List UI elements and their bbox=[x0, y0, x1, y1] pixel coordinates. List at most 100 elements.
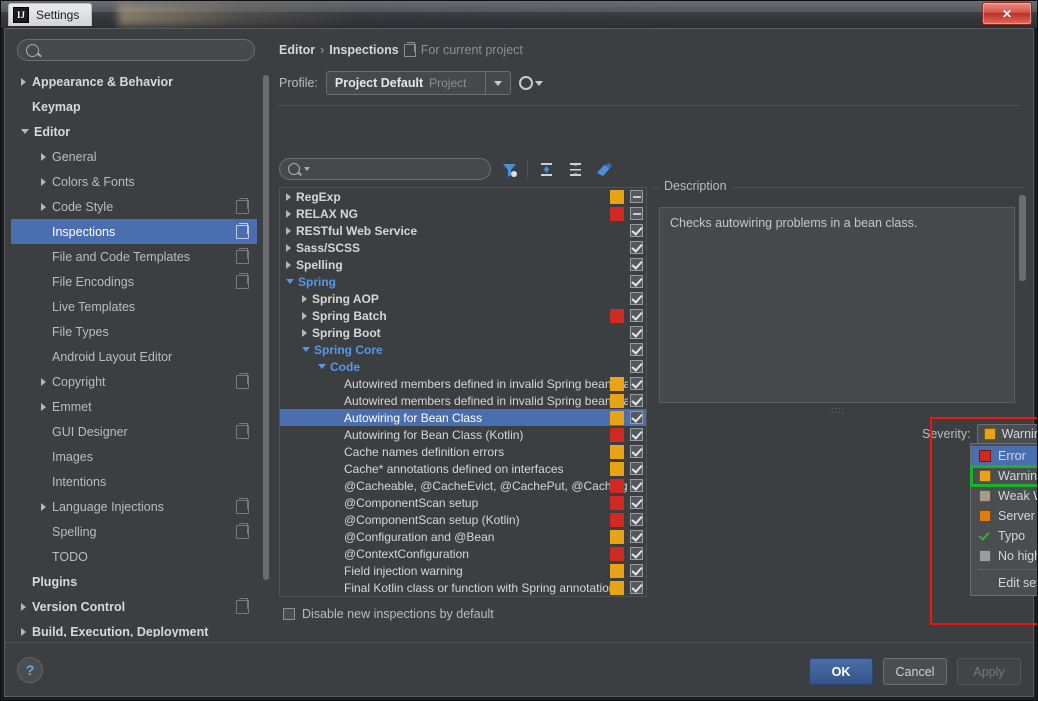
chevron-down-icon[interactable] bbox=[318, 364, 326, 369]
chevron-down-icon[interactable] bbox=[302, 347, 310, 352]
profile-combobox[interactable]: Project Default Project bbox=[325, 71, 511, 95]
inspection-checkbox[interactable] bbox=[630, 513, 643, 526]
disable-new-inspections-row[interactable]: Disable new inspections by default bbox=[283, 607, 494, 621]
chevron-right-icon[interactable] bbox=[286, 243, 291, 252]
inspection-row[interactable]: @Configuration and @Bean bbox=[280, 528, 646, 545]
inspection-severity-swatch[interactable] bbox=[610, 479, 624, 493]
copy-icon[interactable] bbox=[236, 522, 249, 539]
inspection-row[interactable]: Java Config bbox=[280, 596, 646, 597]
copy-icon[interactable] bbox=[236, 497, 249, 514]
sidebar-item-language-injections[interactable]: Language Injections bbox=[11, 494, 257, 519]
chevron-right-icon[interactable] bbox=[21, 627, 26, 636]
copy-icon[interactable] bbox=[236, 422, 249, 439]
reset-icon[interactable] bbox=[593, 158, 615, 180]
chevron-right-icon[interactable] bbox=[41, 152, 46, 161]
sidebar-item-gui-designer[interactable]: GUI Designer bbox=[11, 419, 257, 444]
profile-dropdown-button[interactable] bbox=[484, 72, 510, 94]
sidebar-item-build-execution-deployment[interactable]: Build, Execution, Deployment bbox=[11, 619, 257, 637]
inspection-row[interactable]: RESTful Web Service bbox=[280, 222, 646, 239]
resize-handle[interactable]: :::: bbox=[831, 405, 845, 415]
chevron-right-icon[interactable] bbox=[41, 502, 46, 511]
chevron-right-icon[interactable] bbox=[21, 602, 26, 611]
chevron-down-icon[interactable] bbox=[286, 279, 294, 284]
inspection-severity-swatch[interactable] bbox=[610, 394, 624, 408]
inspection-checkbox[interactable] bbox=[630, 309, 643, 322]
inspection-row[interactable]: @ContextConfiguration bbox=[280, 545, 646, 562]
inspection-row[interactable]: Cache names definition errors bbox=[280, 443, 646, 460]
inspection-checkbox[interactable] bbox=[630, 530, 643, 543]
inspection-row[interactable]: Spring Boot bbox=[280, 324, 646, 341]
chevron-right-icon[interactable] bbox=[286, 260, 291, 269]
help-button[interactable]: ? bbox=[17, 657, 43, 683]
chevron-right-icon[interactable] bbox=[41, 377, 46, 386]
sidebar-scrollbar[interactable] bbox=[263, 75, 269, 580]
chevron-right-icon[interactable] bbox=[302, 328, 307, 337]
inspection-severity-swatch[interactable] bbox=[610, 377, 624, 391]
inspection-checkbox[interactable] bbox=[630, 241, 643, 254]
inspection-severity-swatch[interactable] bbox=[610, 496, 624, 510]
description-scrollbar[interactable] bbox=[1019, 195, 1026, 281]
chevron-right-icon[interactable] bbox=[21, 77, 26, 86]
inspection-severity-swatch[interactable] bbox=[610, 445, 624, 459]
copy-icon[interactable] bbox=[236, 372, 249, 389]
inspection-checkbox[interactable] bbox=[630, 326, 643, 339]
inspection-row[interactable]: Autowired members defined in invalid Spr… bbox=[280, 392, 646, 409]
sidebar-tree[interactable]: Appearance & Behavior Keymap Editor General… bbox=[11, 69, 257, 637]
inspection-row[interactable]: Spring Batch bbox=[280, 307, 646, 324]
inspection-row[interactable]: Final Kotlin class or function with Spri… bbox=[280, 579, 646, 596]
inspection-row[interactable]: Spring Core bbox=[280, 341, 646, 358]
inspection-row[interactable]: Spring AOP bbox=[280, 290, 646, 307]
sidebar-item-file-types[interactable]: File Types bbox=[11, 319, 257, 344]
inspection-row[interactable]: Sass/SCSS bbox=[280, 239, 646, 256]
sidebar-item-version-control[interactable]: Version Control bbox=[11, 594, 257, 619]
expand-all-icon[interactable] bbox=[535, 158, 557, 180]
inspection-checkbox[interactable] bbox=[630, 343, 643, 356]
sidebar-item-plugins[interactable]: Plugins bbox=[11, 569, 257, 594]
sidebar-item-spelling[interactable]: Spelling bbox=[11, 519, 257, 544]
chevron-right-icon[interactable] bbox=[286, 226, 291, 235]
inspection-row[interactable]: Code bbox=[280, 358, 646, 375]
inspections-tree[interactable]: RegExp RELAX NG RESTful Web Service Sass/SC… bbox=[279, 187, 647, 597]
inspection-row[interactable]: @ComponentScan setup bbox=[280, 494, 646, 511]
apply-button[interactable]: Apply bbox=[957, 658, 1021, 685]
close-icon[interactable]: ✕ bbox=[982, 2, 1032, 25]
inspection-checkbox[interactable] bbox=[630, 428, 643, 441]
inspection-checkbox[interactable] bbox=[630, 564, 643, 577]
disable-new-inspections-checkbox[interactable] bbox=[283, 608, 295, 620]
inspection-severity-swatch[interactable] bbox=[610, 513, 624, 527]
inspection-row[interactable]: Autowired members defined in invalid Spr… bbox=[280, 375, 646, 392]
inspection-severity-swatch[interactable] bbox=[610, 207, 624, 221]
sidebar-item-general[interactable]: General bbox=[11, 144, 257, 169]
inspection-row[interactable]: Autowiring for Bean Class bbox=[280, 409, 646, 426]
sidebar-item-android-layout-editor[interactable]: Android Layout Editor bbox=[11, 344, 257, 369]
inspection-severity-swatch[interactable] bbox=[610, 428, 624, 442]
inspections-search-input[interactable] bbox=[279, 158, 491, 180]
inspection-severity-swatch[interactable] bbox=[610, 564, 624, 578]
profile-settings-button[interactable] bbox=[518, 76, 543, 90]
sidebar-item-emmet[interactable]: Emmet bbox=[11, 394, 257, 419]
inspection-severity-swatch[interactable] bbox=[610, 547, 624, 561]
inspection-severity-swatch[interactable] bbox=[610, 530, 624, 544]
inspection-checkbox[interactable] bbox=[630, 360, 643, 373]
sidebar-item-colors-fonts[interactable]: Colors & Fonts bbox=[11, 169, 257, 194]
inspection-row[interactable]: @Cacheable, @CacheEvict, @CachePut, @Cac… bbox=[280, 477, 646, 494]
ok-button[interactable]: OK bbox=[809, 658, 873, 685]
sidebar-item-copyright[interactable]: Copyright bbox=[11, 369, 257, 394]
inspection-row[interactable]: Autowiring for Bean Class (Kotlin) bbox=[280, 426, 646, 443]
inspection-severity-swatch[interactable] bbox=[610, 581, 624, 595]
sidebar-item-images[interactable]: Images bbox=[11, 444, 257, 469]
inspection-checkbox[interactable] bbox=[630, 275, 643, 288]
inspection-row[interactable]: Spring bbox=[280, 273, 646, 290]
inspection-checkbox[interactable] bbox=[630, 462, 643, 475]
inspection-checkbox[interactable] bbox=[630, 292, 643, 305]
chevron-right-icon[interactable] bbox=[302, 294, 307, 303]
inspection-row[interactable]: Spelling bbox=[280, 256, 646, 273]
filter-icon[interactable] bbox=[498, 158, 520, 180]
inspection-checkbox[interactable] bbox=[630, 207, 643, 220]
inspection-checkbox[interactable] bbox=[630, 224, 643, 237]
inspection-row[interactable]: Field injection warning bbox=[280, 562, 646, 579]
copy-icon[interactable] bbox=[236, 272, 249, 289]
inspection-severity-swatch[interactable] bbox=[610, 190, 624, 204]
inspection-severity-swatch[interactable] bbox=[610, 411, 624, 425]
chevron-right-icon[interactable] bbox=[286, 192, 291, 201]
